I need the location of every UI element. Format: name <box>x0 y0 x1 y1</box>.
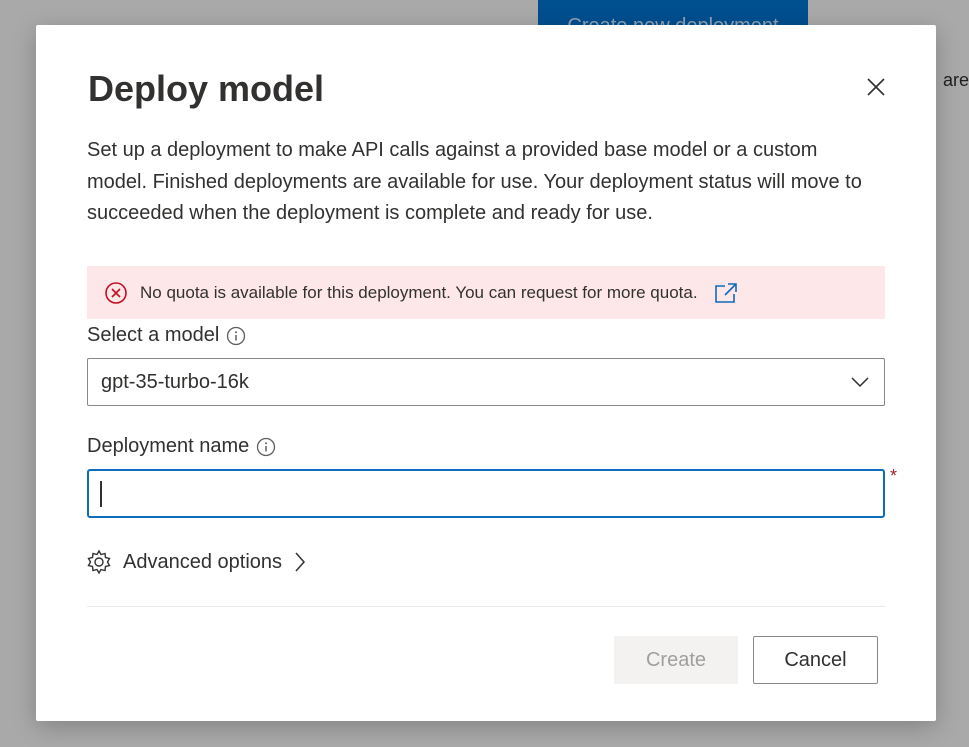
dialog-title: Deploy model <box>88 68 325 109</box>
gear-icon <box>86 549 112 575</box>
create-new-deployment-button: Create new deployment <box>538 0 808 28</box>
select-model-label-text: Select a model <box>87 324 220 346</box>
footer-divider <box>87 606 885 607</box>
quota-error-message: No quota is available for this deploymen… <box>87 266 885 319</box>
close-button[interactable] <box>860 71 892 103</box>
deployment-name-input[interactable] <box>87 469 885 518</box>
select-model-label: Select a model <box>87 324 246 347</box>
create-button[interactable]: Create <box>614 636 738 684</box>
advanced-options-toggle[interactable]: Advanced options <box>86 549 307 575</box>
required-indicator: * <box>890 466 898 486</box>
external-link-icon[interactable] <box>714 282 738 304</box>
background-text-fragment: are <box>943 70 969 90</box>
dialog-description: Set up a deployment to make API calls ag… <box>87 139 862 224</box>
deployment-name-label-text: Deployment name <box>87 435 250 457</box>
deploy-model-dialog: Deploy model Set up a deployment to make… <box>36 25 936 721</box>
info-icon[interactable] <box>226 326 246 346</box>
chevron-right-icon <box>293 551 307 573</box>
error-text: No quota is available for this deploymen… <box>140 282 698 302</box>
deployment-name-label: Deployment name <box>87 435 276 458</box>
cancel-button[interactable]: Cancel <box>753 636 878 684</box>
model-select-value: gpt-35-turbo-16k <box>101 370 249 393</box>
advanced-options-label: Advanced options <box>123 550 283 573</box>
close-icon <box>867 78 885 96</box>
info-icon[interactable] <box>256 437 276 457</box>
chevron-down-icon <box>850 375 870 389</box>
model-select-dropdown[interactable]: gpt-35-turbo-16k <box>87 358 885 406</box>
text-caret <box>100 480 102 507</box>
error-circle-icon <box>104 281 128 305</box>
